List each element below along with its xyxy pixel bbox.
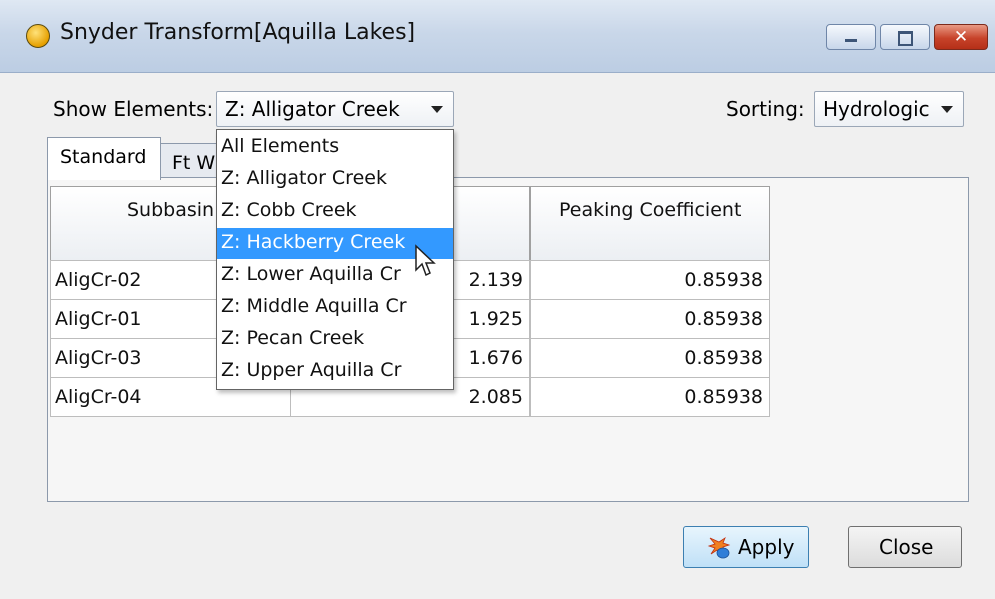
close-label: Close [879,535,934,559]
tab-label: Standard [60,146,147,168]
tab-standard[interactable]: Standard [47,137,161,180]
tab-label: Ft W [172,152,216,174]
dropdown-option-pecan-creek[interactable]: Z: Pecan Creek [217,324,453,355]
minimize-button[interactable] [826,24,876,50]
maximize-icon [898,31,913,46]
sorting-label: Sorting: [726,97,805,121]
dropdown-option-all-elements[interactable]: All Elements [217,132,453,163]
table-cell-peaking[interactable]: 0.85938 [530,338,770,378]
close-window-button[interactable]: ✕ [934,24,988,50]
show-elements-value: Z: Alligator Creek [225,97,400,121]
window-title: Snyder Transform[Aquilla Lakes] [60,20,416,45]
close-icon: ✕ [953,27,969,47]
dropdown-option-upper-aquilla-cr[interactable]: Z: Upper Aquilla Cr [217,356,453,387]
chevron-down-icon [431,106,443,113]
apply-icon [707,536,731,559]
table-cell-peaking[interactable]: 0.85938 [530,260,770,300]
dropdown-option-middle-aquilla-cr[interactable]: Z: Middle Aquilla Cr [217,292,453,323]
app-icon [26,24,50,48]
sorting-value: Hydrologic [823,97,930,121]
close-button[interactable]: Close [848,526,962,568]
column-header-peaking-coefficient[interactable]: Peaking Coefficient [530,186,770,261]
dropdown-option-cobb-creek[interactable]: Z: Cobb Creek [217,196,453,227]
minimize-icon [845,39,857,42]
sorting-select[interactable]: Hydrologic [814,91,964,127]
apply-button[interactable]: Apply [683,526,809,568]
title-bar[interactable]: Snyder Transform[Aquilla Lakes] ✕ [0,0,995,73]
dropdown-option-alligator-creek[interactable]: Z: Alligator Creek [217,164,453,195]
apply-label: Apply [738,535,795,559]
maximize-button[interactable] [880,24,930,50]
snyder-transform-window: Snyder Transform[Aquilla Lakes] ✕ Show E… [0,0,995,599]
table-cell-peaking[interactable]: 0.85938 [530,299,770,339]
show-elements-select[interactable]: Z: Alligator Creek [216,91,454,127]
table-cell-peaking[interactable]: 0.85938 [530,377,770,417]
mouse-cursor-icon [415,244,436,277]
show-elements-label: Show Elements: [53,97,214,121]
chevron-down-icon [941,106,953,113]
